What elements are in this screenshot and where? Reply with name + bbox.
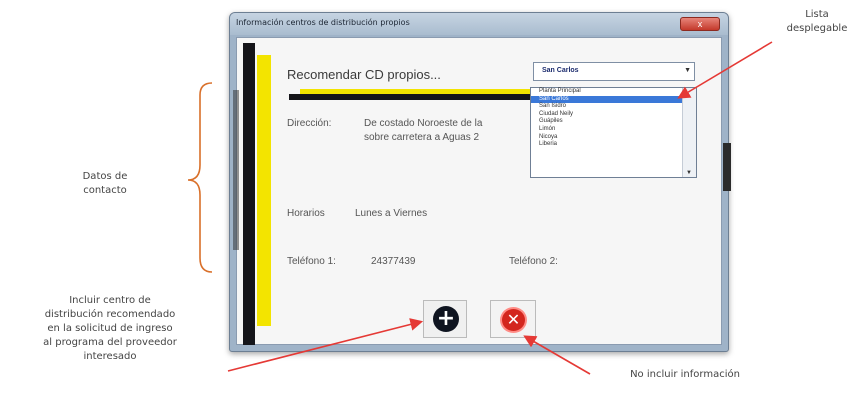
form-heading: Recomendar CD propios...	[287, 67, 441, 82]
dropdown-option[interactable]: Liberia	[531, 141, 696, 149]
dropdown-selected-value: San Carlos	[542, 67, 579, 74]
scroll-down-icon[interactable]: ▼	[686, 170, 692, 176]
address-line-2: sobre carretera a Aguas 2	[364, 132, 480, 143]
phone2-label: Teléfono 2:	[509, 256, 558, 267]
annotation-line: contacto	[83, 185, 127, 196]
bracket-contact-data	[187, 82, 213, 273]
phone1-value: 24377439	[371, 256, 416, 267]
annotation-line: en la solicitud de ingreso	[47, 323, 173, 334]
annotation-line: al programa del proveedor	[43, 337, 177, 348]
include-center-button[interactable]: +	[423, 300, 467, 338]
plus-icon: +	[433, 306, 459, 332]
cancel-icon: ✕	[500, 307, 527, 333]
dropdown-option-selected[interactable]: San Carlos	[531, 95, 682, 104]
chevron-down-icon[interactable]: ▼	[684, 67, 691, 74]
dropdown-option[interactable]: San Isidro	[531, 103, 696, 111]
do-not-include-button[interactable]: ✕	[490, 300, 536, 338]
dropdown-option[interactable]: Planta Principal	[531, 88, 696, 96]
address-label: Dirección:	[287, 118, 332, 129]
left-edge-marker	[233, 90, 239, 250]
window-title: Información centros de distribución prop…	[236, 18, 410, 27]
dropdown-option[interactable]: Guápiles	[531, 118, 696, 126]
hours-value: Lunes a Viernes	[355, 208, 428, 219]
dropdown-option[interactable]: Ciudad Neily	[531, 111, 696, 119]
title-bar[interactable]: Información centros de distribución prop…	[230, 13, 728, 35]
hours-label: Horarios	[287, 208, 325, 219]
annotation-dropdown-list: Lista desplegable	[772, 8, 862, 36]
distribution-center-dropdown[interactable]: San Carlos ▼	[533, 62, 695, 81]
dropdown-options-list[interactable]: Planta Principal San Carlos San Isidro C…	[530, 87, 697, 178]
address-line-1: De costado Noroeste de la	[364, 118, 483, 129]
list-scrollbar[interactable]: ▼	[682, 88, 696, 177]
annotation-do-not-include: No incluir información	[630, 369, 740, 380]
annotation-line: Datos de	[82, 171, 128, 182]
decorative-yellow-bar	[257, 55, 271, 326]
annotation-line: Lista	[805, 9, 829, 20]
decorative-black-bar	[243, 43, 255, 345]
phone1-label: Teléfono 1:	[287, 256, 336, 267]
annotation-include-center: Incluir centro de distribución recomenda…	[0, 294, 220, 364]
close-button[interactable]: x	[680, 17, 720, 31]
annotation-line: interesado	[83, 351, 137, 362]
annotation-line: Incluir centro de	[69, 295, 151, 306]
dropdown-option[interactable]: Limón	[531, 126, 696, 134]
annotation-line: desplegable	[786, 23, 848, 34]
annotation-contact-data: Datos de contacto	[70, 170, 140, 198]
annotation-line: distribución recomendado	[44, 309, 176, 320]
dialog-client-area	[236, 37, 722, 345]
dropdown-option[interactable]: Nicoya	[531, 134, 696, 142]
right-edge-marker	[723, 143, 731, 191]
